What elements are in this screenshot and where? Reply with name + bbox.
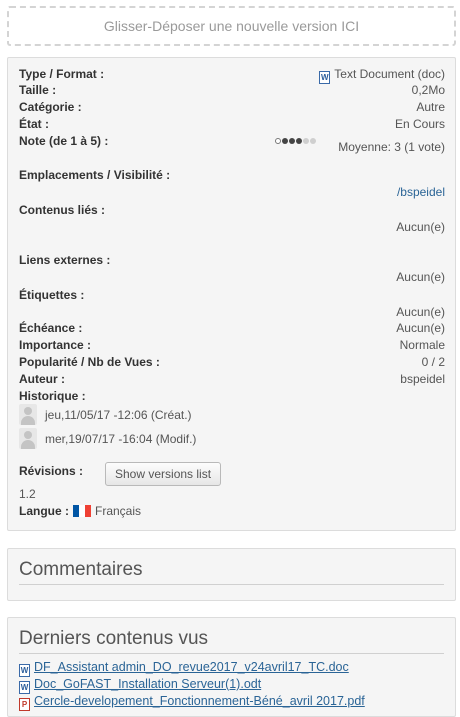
revisions-row: Révisions : Show versions list: [19, 462, 445, 486]
size-value: 0,2Mo: [411, 83, 445, 97]
user-avatar-icon[interactable]: [19, 404, 37, 425]
show-versions-button[interactable]: Show versions list: [105, 462, 222, 486]
rating-stars[interactable]: [275, 138, 317, 146]
size-row: Taille : 0,2Mo: [19, 82, 445, 98]
author-label: Auteur :: [19, 372, 65, 386]
rating-dot[interactable]: [289, 138, 295, 144]
locations-label: Emplacements / Visibilité :: [19, 168, 171, 182]
importance-row: Importance : Normale: [19, 337, 445, 353]
recent-item: W Doc_GoFAST_Installation Serveur(1).odt: [19, 676, 261, 694]
external-value: Aucun(e): [396, 270, 445, 284]
history-label: Historique :: [19, 389, 86, 403]
popularity-value: 0 / 2: [421, 355, 445, 369]
popularity-row: Popularité / Nb de Vues : 0 / 2: [19, 354, 445, 370]
recent-item: P Cercle-developement_Fonctionnement-Béné…: [19, 693, 365, 711]
state-row: État : En Cours: [19, 116, 445, 132]
revisions-label: Révisions :: [19, 464, 84, 478]
user-avatar-icon[interactable]: [19, 428, 37, 449]
location-link[interactable]: /bspeidel: [397, 185, 445, 199]
recent-item-link[interactable]: Cercle-developement_Fonctionnement-Béné_…: [34, 694, 365, 708]
language-field: Langue : Français: [19, 503, 141, 519]
recent-item-link[interactable]: DF_Assistant admin_DO_revue2017_v24avril…: [34, 660, 349, 674]
deadline-row: Échéance : Aucun(e): [19, 320, 445, 336]
history-entry-text: mer,19/07/17 -16:04 (Modif.): [45, 432, 197, 446]
category-label: Catégorie :: [19, 100, 82, 114]
rating-row: Note (de 1 à 5) : Moyenne: 3 (1 vote): [19, 133, 445, 157]
properties-panel: Type / Format : W Text Document (doc) Tai…: [7, 57, 456, 531]
size-label: Taille :: [19, 83, 57, 97]
rating-average: Moyenne: 3 (1 vote): [338, 140, 445, 154]
state-label: État :: [19, 117, 49, 131]
history-entry-text: jeu,11/05/17 -12:06 (Créat.): [45, 408, 192, 422]
comments-panel: Commentaires: [7, 548, 456, 601]
related-label: Contenus liés :: [19, 203, 106, 217]
comments-title: Commentaires: [19, 559, 444, 585]
rating-dot[interactable]: [310, 138, 316, 144]
recent-title: Derniers contenus vus: [19, 628, 444, 654]
rating-dot[interactable]: [282, 138, 288, 144]
importance-value: Normale: [399, 338, 445, 352]
rating-dot[interactable]: [303, 138, 309, 144]
type-label: Type / Format :: [19, 67, 105, 81]
french-flag-icon: [73, 505, 91, 517]
language-value: Français: [95, 504, 142, 518]
pdf-icon: P: [19, 698, 30, 711]
recent-content-panel: Derniers contenus vus W DF_Assistant admi…: [7, 617, 456, 717]
deadline-label: Échéance :: [19, 321, 83, 335]
rating-label: Note (de 1 à 5) :: [19, 134, 109, 148]
deadline-value: Aucun(e): [396, 321, 445, 335]
language-row: Langue : Français: [19, 503, 445, 519]
recent-item: W DF_Assistant admin_DO_revue2017_v24avri…: [19, 659, 349, 677]
external-label: Liens externes :: [19, 253, 111, 267]
version-row: 1.2: [19, 486, 445, 502]
locations-row: Emplacements / Visibilité :: [19, 167, 445, 183]
dropzone-new-version[interactable]: Glisser-Déposer une nouvelle version ICI: [7, 6, 456, 46]
external-value-row: Aucun(e): [19, 269, 445, 285]
language-label: Langue :: [19, 504, 69, 518]
tags-value-row: Aucun(e): [19, 304, 445, 320]
state-value: En Cours: [394, 117, 445, 131]
importance-label: Importance :: [19, 338, 92, 352]
external-row: Liens externes :: [19, 252, 445, 268]
dropzone-text: Glisser-Déposer une nouvelle version ICI: [103, 18, 360, 34]
category-row: Catégorie : Autre: [19, 99, 445, 115]
tags-label: Étiquettes :: [19, 288, 85, 302]
rating-dot[interactable]: [296, 138, 302, 144]
tags-row: Étiquettes :: [19, 287, 445, 303]
related-row: Contenus liés :: [19, 202, 445, 218]
popularity-label: Popularité / Nb de Vues :: [19, 355, 160, 369]
history-row: Historique :: [19, 388, 445, 404]
author-row: Auteur : bspeidel: [19, 371, 445, 387]
tags-value: Aucun(e): [396, 305, 445, 319]
related-value-row: Aucun(e): [19, 219, 445, 235]
version-number: 1.2: [19, 487, 36, 501]
rating-cancel-dot[interactable]: [275, 138, 281, 144]
author-value: bspeidel: [400, 372, 445, 386]
recent-item-link[interactable]: Doc_GoFAST_Installation Serveur(1).odt: [34, 677, 261, 691]
related-value: Aucun(e): [396, 220, 445, 234]
locations-value-row: /bspeidel: [19, 184, 445, 200]
category-value: Autre: [416, 100, 445, 114]
type-row: Type / Format : W Text Document (doc): [19, 66, 445, 84]
